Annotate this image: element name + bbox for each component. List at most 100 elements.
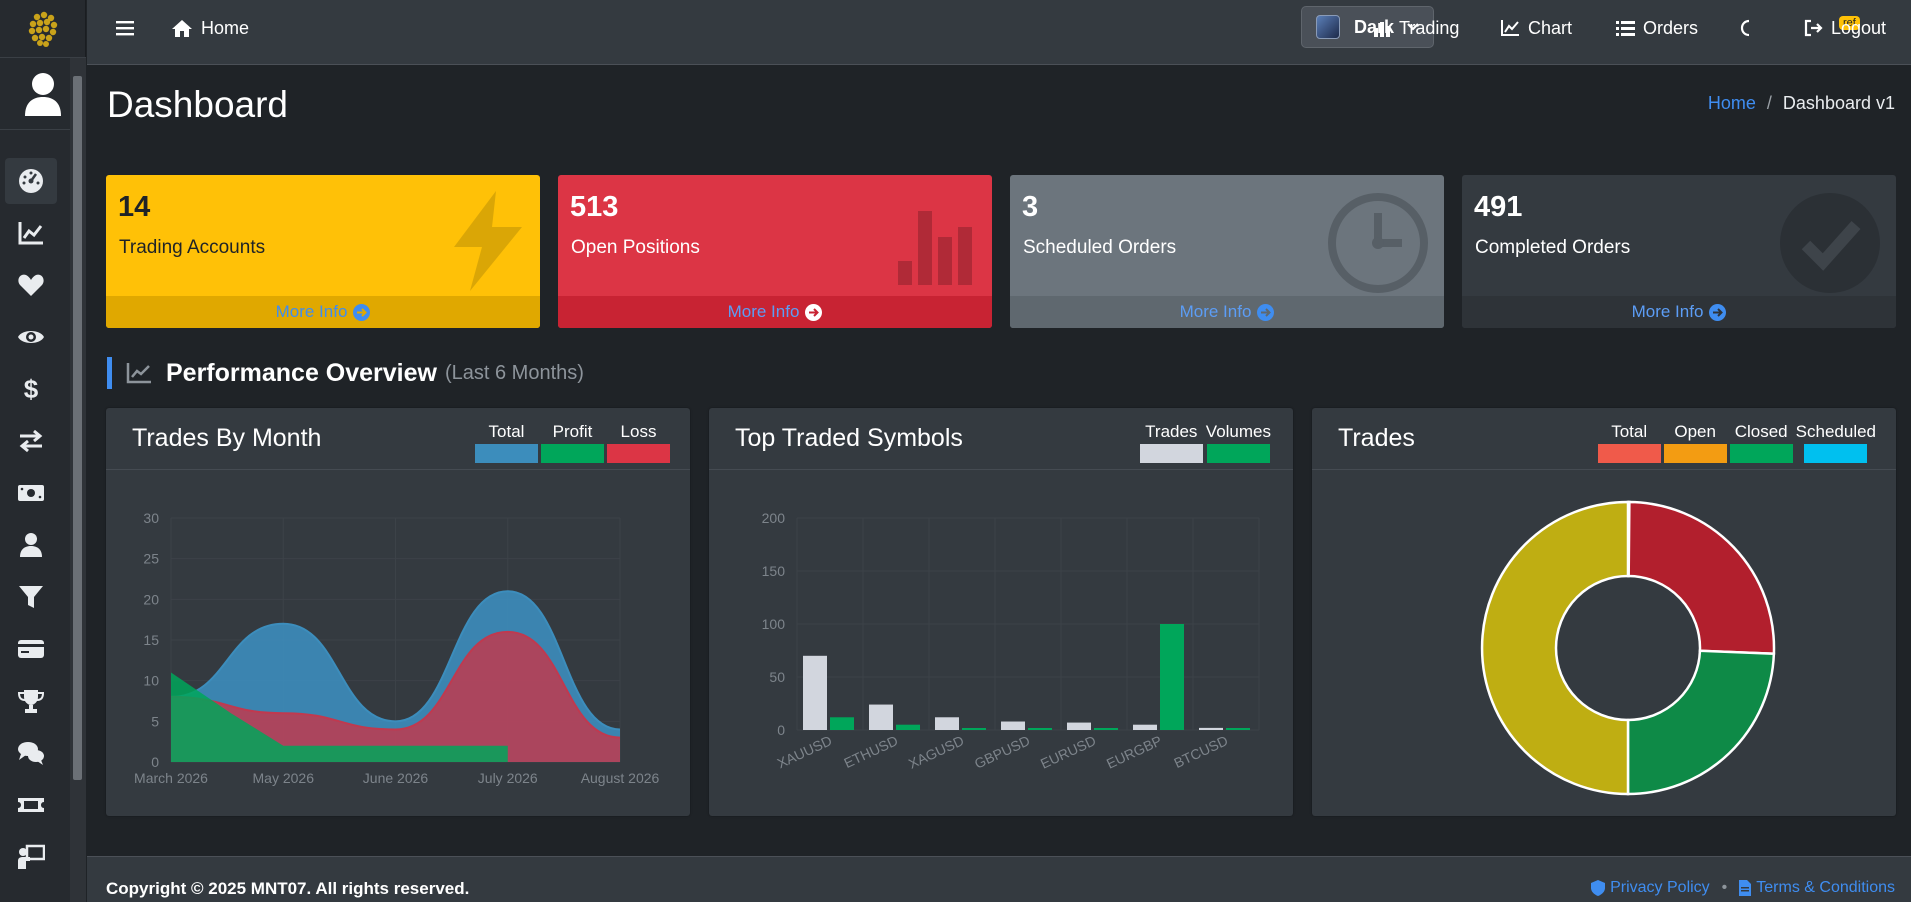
privacy-policy-link[interactable]: Privacy Policy (1591, 879, 1710, 897)
legend-item-open[interactable]: Open (1663, 422, 1727, 463)
referral-link[interactable] (1740, 0, 1762, 56)
section-subtitle: (Last 6 Months) (444, 361, 584, 384)
arrow-circle-right-icon (805, 303, 823, 321)
nav-chart-link[interactable]: Chart (1500, 0, 1572, 56)
sidebar-item-ticket[interactable] (5, 782, 57, 828)
bar-volumes-xagusd (962, 728, 986, 730)
stat-more-info-link[interactable]: More Info (558, 296, 992, 328)
brand-logo-icon (28, 11, 58, 47)
section-header-performance: Performance Overview (Last 6 Months) (107, 357, 584, 389)
sidebar-item-favorites[interactable] (5, 262, 57, 308)
money-bill-icon (18, 485, 44, 501)
logout-label: Logout (1831, 17, 1887, 38)
privacy-policy-label: Privacy Policy (1610, 879, 1710, 896)
y-tick-label: 0 (777, 722, 785, 738)
legend-item-volumes[interactable]: Volumes (1206, 422, 1271, 463)
legend-item-total[interactable]: Total (475, 422, 538, 463)
bolt-icon (454, 191, 522, 291)
chart-legend: Trades Volumes (1137, 422, 1271, 463)
tachometer-icon (19, 169, 43, 193)
sidebar-item-trophy[interactable] (5, 678, 57, 724)
bar-volumes-eurusd (1094, 728, 1118, 730)
sidebar-item-dashboard[interactable] (5, 158, 57, 204)
stat-box-open-positions: 513 Open Positions More Info (558, 175, 992, 328)
nav-chart-label: Chart (1528, 17, 1573, 38)
home-link[interactable]: Home (171, 0, 249, 56)
x-tick-label: March 2026 (134, 770, 208, 786)
x-tick-label: ETHUSD (841, 732, 900, 771)
logout-link[interactable]: Logout (1803, 0, 1886, 56)
more-info-label: More Info (1179, 302, 1252, 321)
legend-label: Open (1674, 422, 1716, 441)
sidebar-item-chart[interactable] (5, 210, 57, 256)
y-tick-label: 150 (762, 563, 786, 579)
sidebar-item-money[interactable] (5, 470, 57, 516)
sidebar-item-cards[interactable] (5, 626, 57, 672)
eye-icon (18, 331, 44, 343)
sidebar-item-chat[interactable] (5, 730, 57, 776)
card-title: Trades (1338, 424, 1415, 452)
clock-icon (1328, 193, 1428, 293)
chart-legend: Total Open Closed Scheduled (1595, 422, 1876, 463)
top-traded-symbols-chart: 0 50 100 150 200 XAUUSD ETHUSD XAGUSD GBPUSD EURU… (762, 510, 1260, 772)
breadcrumb-separator: / (1766, 93, 1772, 113)
bar-volumes-xauusd (830, 717, 854, 730)
hamburger-icon (116, 21, 134, 36)
x-tick-label: August 2026 (581, 770, 660, 786)
y-tick-label: 20 (143, 591, 159, 607)
arrow-circle-right-icon (1257, 303, 1275, 321)
legend-label: Closed (1734, 422, 1788, 441)
sidebar-item-user[interactable] (5, 522, 57, 568)
sidebar-item-presenter[interactable] (5, 834, 57, 880)
card-trades-by-month: Trades By Month Total Profit Loss 0 5 10 15… (106, 408, 690, 816)
legend-item-total[interactable]: Total (1597, 422, 1661, 463)
page-footer: Copyright © 2025 MNT07. All rights reser… (87, 856, 1911, 902)
legend-item-loss[interactable]: Loss (607, 422, 670, 463)
arrow-circle-right-icon (353, 303, 371, 321)
dollar-icon: $ (24, 375, 39, 403)
legend-swatch (1663, 444, 1727, 463)
stat-box-completed-orders: 491 Completed Orders More Info (1462, 175, 1896, 328)
user-avatar-icon (25, 72, 61, 116)
exchange-icon (19, 429, 43, 453)
nav-trading-link[interactable]: Trading (1373, 0, 1459, 56)
logout-icon (1804, 19, 1823, 37)
x-tick-label: EURUSD (1038, 732, 1098, 771)
sidebar-scrollbar-thumb[interactable] (73, 76, 82, 780)
terms-link[interactable]: Terms & Conditions (1739, 879, 1895, 897)
breadcrumb-home-link[interactable]: Home (1708, 93, 1756, 114)
check-circle-icon (1780, 193, 1880, 293)
file-text-icon (1739, 880, 1752, 896)
legend-item-profit[interactable]: Profit (541, 422, 604, 463)
ticket-icon (18, 798, 44, 812)
brand-logo[interactable] (0, 0, 86, 58)
sidebar-item-transfer[interactable] (5, 418, 57, 464)
section-title: Performance Overview (166, 358, 437, 387)
stat-value: 491 (1474, 191, 1523, 223)
legend-item-trades[interactable]: Trades (1139, 422, 1203, 463)
card-title: Top Traded Symbols (735, 424, 963, 452)
sidebar-item-dollar[interactable]: $ (5, 366, 57, 412)
y-tick-label: 0 (151, 754, 159, 770)
stat-box-scheduled-orders: 3 Scheduled Orders More Info (1010, 175, 1444, 328)
menu-toggle-button[interactable] (116, 0, 142, 56)
sidebar-item-watch[interactable] (5, 314, 57, 360)
chart-line-icon (18, 222, 43, 245)
stat-value: 3 (1022, 191, 1039, 223)
legend-label: Loss (620, 422, 657, 441)
card-header: Trades By Month Total Profit Loss (106, 408, 690, 470)
stat-box-trading-accounts: 14 Trading Accounts More Info (106, 175, 540, 328)
stat-more-info-link[interactable]: More Info (1462, 296, 1896, 328)
legend-item-closed[interactable]: Closed (1729, 422, 1793, 463)
stat-more-info-link[interactable]: More Info (1010, 296, 1444, 328)
nav-orders-link[interactable]: Orders (1616, 0, 1698, 56)
more-info-label: More Info (275, 302, 348, 321)
y-tick-label: 200 (762, 510, 786, 526)
sidebar-item-filter[interactable] (5, 574, 57, 620)
trades-by-month-chart: 0 5 10 15 20 25 30 March 2026 May 2026 June 2026 J… (134, 510, 660, 786)
x-tick-label: July 2026 (478, 770, 538, 786)
stat-label: Completed Orders (1475, 237, 1631, 258)
legend-item-scheduled[interactable]: Scheduled (1796, 422, 1876, 463)
stat-more-info-link[interactable]: More Info (106, 296, 540, 328)
card-header: Trades Total Open Closed Scheduled (1312, 408, 1896, 470)
